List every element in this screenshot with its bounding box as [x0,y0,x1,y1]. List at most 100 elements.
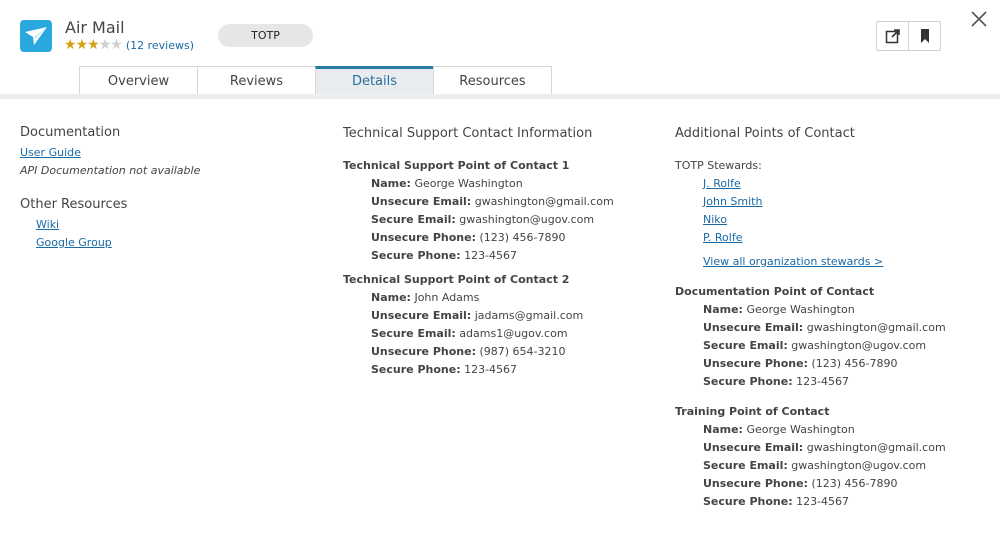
contact-name-row: Name: George Washington [371,177,523,190]
category-tag[interactable]: TOTP [218,24,313,47]
field-value: gwashington@ugov.com [459,213,595,226]
contact-secure-phone-row: Secure Phone: 123-4567 [703,495,849,508]
contact-secure-email-row: Secure Email: adams1@ugov.com [371,327,568,340]
star-icon: ★ [87,37,100,53]
star-rating: ★★★★★ [64,37,123,53]
field-value: (123) 456-7890 [811,477,898,490]
field-value: 123-4567 [464,363,518,376]
contact-secure-phone-row: Secure Phone: 123-4567 [371,249,517,262]
field-label: Unsecure Email: [371,195,472,208]
tech-support-title: Technical Support Contact Information [343,126,593,141]
field-value: (123) 456-7890 [811,357,898,370]
toolbar [876,21,941,51]
stewards-label: TOTP Stewards: [675,159,762,172]
field-label: Name: [703,423,743,436]
app-icon [20,20,52,52]
star-icon: ★ [98,37,112,53]
external-link-icon [885,29,900,44]
contact-unsecure-phone-row: Unsecure Phone: (987) 654-3210 [371,345,566,358]
contact-unsecure-email-row: Unsecure Email: gwashington@gmail.com [371,195,614,208]
field-value: gwashington@ugov.com [791,339,927,352]
field-value: gwashington@gmail.com [806,321,946,334]
training-poc-heading: Training Point of Contact [675,405,830,418]
additional-poc-title: Additional Points of Contact [675,126,855,141]
field-label: Name: [371,177,411,190]
bookmark-icon [920,29,929,43]
rating: ★★★★★ (12 reviews) [64,37,194,53]
contact-unsecure-phone-row: Unsecure Phone: (123) 456-7890 [703,357,898,370]
field-label: Secure Phone: [371,363,461,376]
contact-secure-phone-row: Secure Phone: 123-4567 [703,375,849,388]
bookmark-button[interactable] [908,22,940,50]
view-all-stewards-link[interactable]: View all organization stewards > [703,255,883,268]
tab-details[interactable]: Details [315,66,434,94]
contact-unsecure-phone-row: Unsecure Phone: (123) 456-7890 [371,231,566,244]
field-value: George Washington [746,303,855,316]
field-value: 123-4567 [464,249,518,262]
star-icon: ★ [64,37,77,53]
open-external-button[interactable] [877,22,908,50]
api-doc-note: API Documentation not available [20,164,201,177]
field-value: 123-4567 [796,375,850,388]
field-label: Secure Email: [703,459,788,472]
field-label: Name: [703,303,743,316]
field-label: Unsecure Phone: [703,477,808,490]
field-label: Unsecure Phone: [371,345,476,358]
other-resources-title: Other Resources [20,197,128,212]
user-guide-link[interactable]: User Guide [20,146,81,159]
field-label: Secure Phone: [703,495,793,508]
contact-unsecure-email-row: Unsecure Email: jadams@gmail.com [371,309,583,322]
field-label: Secure Email: [703,339,788,352]
field-label: Name: [371,291,411,304]
contact-secure-email-row: Secure Email: gwashington@ugov.com [703,459,926,472]
google-group-link[interactable]: Google Group [36,236,112,249]
steward-link[interactable]: Niko [703,213,727,226]
contact-unsecure-email-row: Unsecure Email: gwashington@gmail.com [703,441,946,454]
tab-divider [0,94,1000,99]
contact-secure-email-row: Secure Email: gwashington@ugov.com [371,213,594,226]
close-button[interactable] [968,8,990,30]
field-value: jadams@gmail.com [474,309,584,322]
star-icon: ★ [75,37,89,53]
paper-plane-icon [25,27,47,45]
steward-link[interactable]: P. Rolfe [703,231,743,244]
field-value: gwashington@gmail.com [474,195,614,208]
contact-name-row: Name: John Adams [371,291,479,304]
app-title: Air Mail [65,18,125,37]
contact-name-row: Name: George Washington [703,303,855,316]
steward-link[interactable]: John Smith [703,195,762,208]
field-label: Unsecure Phone: [371,231,476,244]
field-label: Secure Email: [371,213,456,226]
field-value: gwashington@ugov.com [791,459,927,472]
field-label: Unsecure Email: [703,441,804,454]
contact-unsecure-phone-row: Unsecure Phone: (123) 456-7890 [703,477,898,490]
field-value: George Washington [414,177,523,190]
wiki-link[interactable]: Wiki [36,218,59,231]
field-label: Secure Phone: [703,375,793,388]
field-value: John Adams [414,291,480,304]
contact-secure-phone-row: Secure Phone: 123-4567 [371,363,517,376]
field-value: gwashington@gmail.com [806,441,946,454]
tab-bar: Overview Reviews Details Resources [79,66,552,94]
tech-contact-2-heading: Technical Support Point of Contact 2 [343,273,570,286]
tab-reviews[interactable]: Reviews [197,66,316,94]
field-value: adams1@ugov.com [459,327,568,340]
contact-name-row: Name: George Washington [703,423,855,436]
star-icon: ★ [110,37,123,53]
tab-overview[interactable]: Overview [79,66,198,94]
tab-resources[interactable]: Resources [433,66,552,94]
field-label: Secure Email: [371,327,456,340]
contact-unsecure-email-row: Unsecure Email: gwashington@gmail.com [703,321,946,334]
field-value: (123) 456-7890 [479,231,566,244]
field-value: George Washington [746,423,855,436]
field-label: Secure Phone: [371,249,461,262]
field-label: Unsecure Phone: [703,357,808,370]
steward-link[interactable]: J. Rolfe [703,177,741,190]
field-label: Unsecure Email: [703,321,804,334]
field-value: (987) 654-3210 [479,345,566,358]
documentation-poc-heading: Documentation Point of Contact [675,285,875,298]
tech-contact-1-heading: Technical Support Point of Contact 1 [343,159,570,172]
documentation-title: Documentation [20,125,121,140]
reviews-link[interactable]: (12 reviews) [126,39,194,52]
close-icon [971,11,987,27]
